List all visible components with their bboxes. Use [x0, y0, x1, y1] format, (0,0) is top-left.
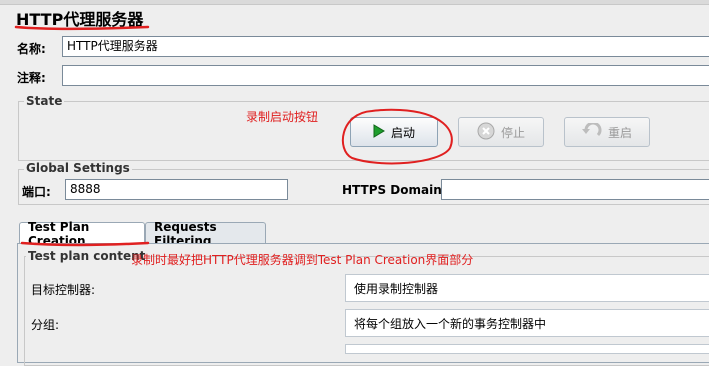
- top-toolbar-strip: [0, 0, 709, 5]
- play-icon: [373, 123, 385, 141]
- restart-arrow-icon: [581, 121, 602, 142]
- port-label: 端口:: [22, 185, 51, 199]
- grouping-select[interactable]: 将每个组放入一个新的事务控制器中: [345, 309, 709, 337]
- name-field[interactable]: HTTP代理服务器: [62, 36, 709, 57]
- test-plan-annotation: 录制时最好把HTTP代理服务器调到Test Plan Creation界面部分: [131, 253, 474, 267]
- https-domains-field[interactable]: [441, 179, 709, 200]
- port-field[interactable]: 8888: [65, 179, 288, 200]
- target-controller-label: 目标控制器:: [31, 283, 96, 297]
- restart-button-label: 重启: [607, 125, 632, 140]
- state-group-title: State: [24, 94, 65, 108]
- comment-label: 注释:: [17, 71, 46, 85]
- page-title: HTTP代理服务器: [16, 10, 144, 29]
- grouping-label: 分组:: [31, 318, 60, 332]
- start-button[interactable]: 启动: [350, 117, 438, 147]
- next-row-cell[interactable]: [345, 344, 709, 354]
- name-label: 名称:: [17, 42, 46, 56]
- tab-requests-filtering[interactable]: Requests Filtering: [145, 220, 266, 248]
- stop-button-label: 停止: [500, 125, 525, 140]
- target-controller-select[interactable]: 使用录制控制器: [345, 274, 709, 302]
- stop-button[interactable]: 停止: [458, 117, 544, 147]
- restart-button[interactable]: 重启: [564, 117, 650, 147]
- stop-circle-icon: [477, 122, 495, 143]
- test-plan-content-title: Test plan content: [26, 249, 148, 263]
- https-domains-label: HTTPS Domains:: [342, 183, 454, 197]
- start-button-label: 启动: [390, 125, 415, 140]
- comment-field[interactable]: [62, 65, 709, 86]
- tab-test-plan-creation[interactable]: Test Plan Creation: [19, 220, 145, 248]
- start-button-annotation: 录制启动按钮: [246, 110, 319, 124]
- global-settings-title: Global Settings: [24, 161, 132, 175]
